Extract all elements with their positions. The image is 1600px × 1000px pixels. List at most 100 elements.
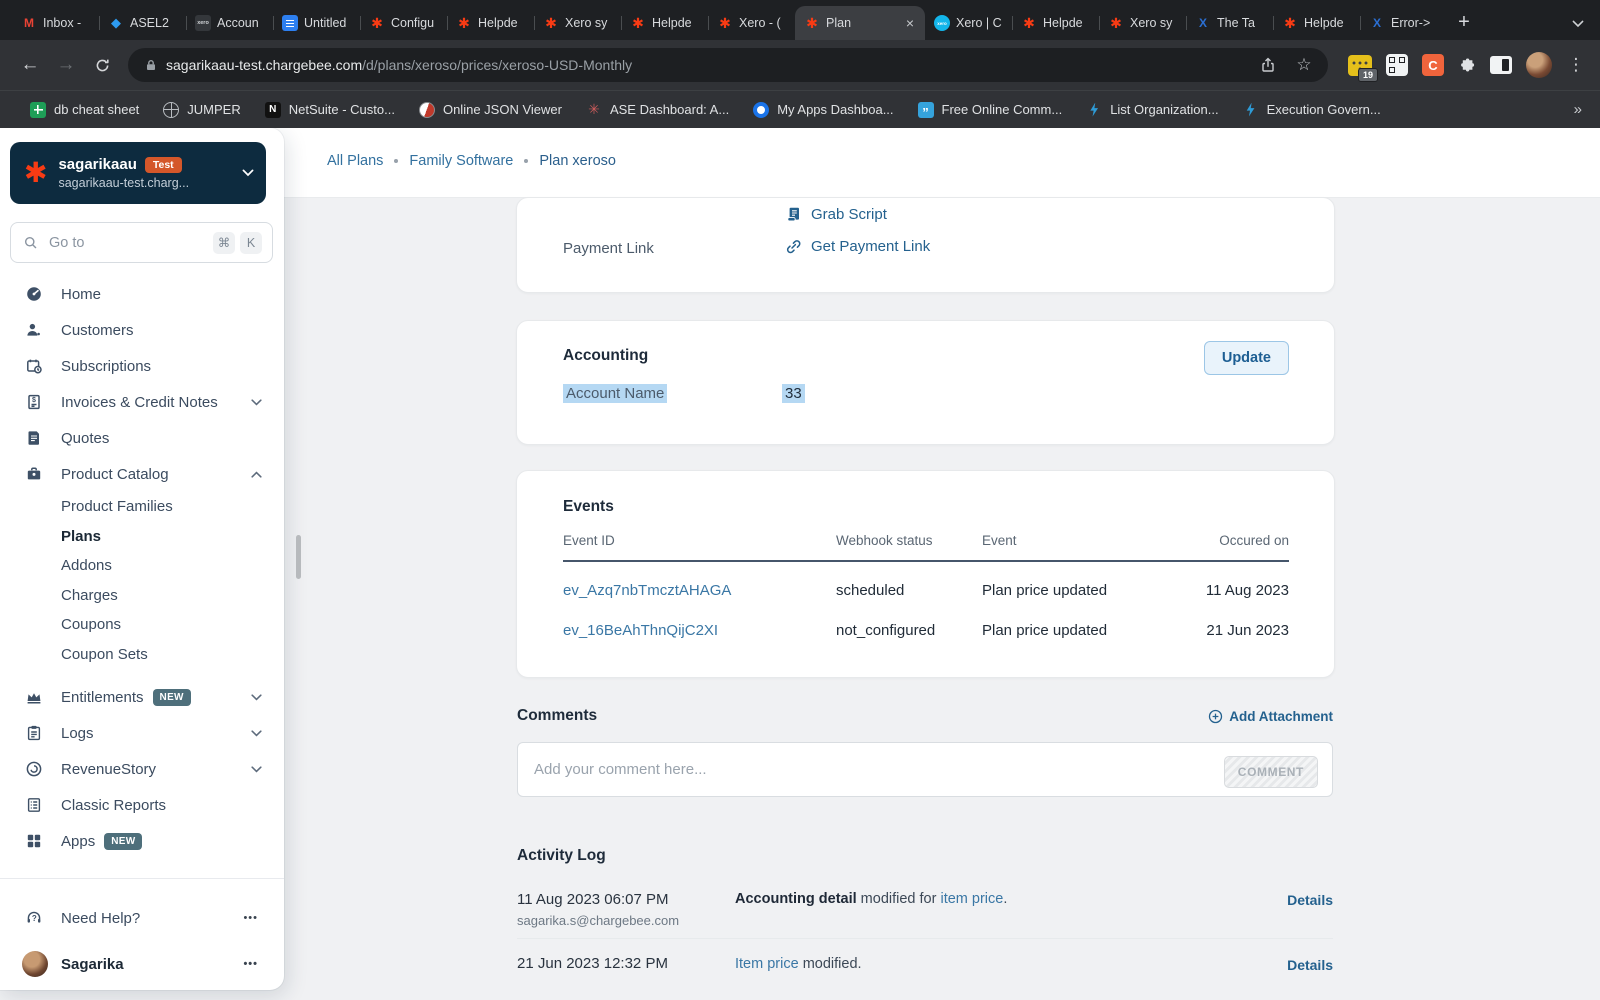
browser-menu-icon[interactable] (1566, 55, 1586, 75)
browser-tab-configu[interactable]: Configu (360, 6, 447, 40)
breadcrumb-all-plans[interactable]: All Plans (327, 153, 383, 169)
org-domain: sagarikaau-test.charg... (58, 176, 190, 190)
comments-section: Comments Add Attachment COMMENT (517, 707, 1333, 797)
bookmark-star-icon[interactable] (1290, 51, 1318, 79)
browser-tab-helpde[interactable]: Helpde (1012, 6, 1099, 40)
tab-title: Helpde (1043, 16, 1083, 30)
tab-overflow-chevron-icon[interactable] (1572, 20, 1584, 28)
sidebar-item-label: Product Families (61, 498, 173, 516)
sidebar-item-addons[interactable]: Addons (0, 551, 284, 581)
browser-tab-plan[interactable]: Plan (795, 6, 925, 40)
bookmark-list-organization[interactable]: List Organization... (1074, 97, 1230, 123)
browser-tab-xero[interactable]: Xero - ( (708, 6, 795, 40)
new-tab-button[interactable] (1449, 7, 1479, 37)
bookmark-db-cheat-sheet[interactable]: db cheat sheet (18, 97, 151, 123)
sidebar-item-product-families[interactable]: Product Families (0, 492, 284, 522)
browser-profile-avatar[interactable] (1526, 52, 1552, 78)
need-help-label: Need Help? (61, 909, 141, 927)
browser-tab-helpde[interactable]: Helpde (447, 6, 534, 40)
tab-title: Xero - ( (739, 16, 781, 30)
update-button[interactable]: Update (1203, 341, 1289, 375)
extension-chargebee-icon[interactable] (1422, 54, 1444, 76)
bookmark-label: List Organization... (1110, 102, 1219, 117)
browser-tab-xero-sy[interactable]: Xero sy (534, 6, 621, 40)
events-table-header: Event ID Webhook status Event Occured on (563, 533, 1289, 562)
browser-tab-helpde[interactable]: Helpde (621, 6, 708, 40)
breadcrumb-family-software[interactable]: Family Software (409, 153, 513, 169)
sidebar-user[interactable]: Sagarika (0, 945, 284, 983)
sidebar-item-classic-reports[interactable]: Classic Reports (0, 787, 284, 823)
go-to-search[interactable]: Go to ⌘ K (10, 222, 273, 263)
sidebar-item-invoices-credit-notes[interactable]: $ Invoices & Credit Notes (0, 384, 284, 420)
extensions-puzzle-icon[interactable] (1458, 56, 1476, 74)
details-link[interactable]: Details (1287, 892, 1333, 908)
sidebar-item-quotes[interactable]: Quotes (0, 420, 284, 456)
browser-tab-asel2[interactable]: ASEL2 (99, 6, 186, 40)
tab-title: Xero | C (956, 16, 1002, 30)
reload-button[interactable] (86, 49, 118, 81)
xero-favicon-icon (934, 15, 950, 31)
bookmark-netsuite-custo[interactable]: NetSuite - Custo... (253, 97, 407, 123)
sidebar-divider (0, 878, 284, 879)
browser-tab-untitled[interactable]: Untitled (273, 6, 360, 40)
browser-tab-xero-sy[interactable]: Xero sy (1099, 6, 1186, 40)
event-id-link[interactable]: ev_16BeAhThnQijC2XI (563, 622, 836, 639)
sidebar-item-plans[interactable]: Plans (0, 522, 284, 552)
details-link[interactable]: Details (1287, 957, 1333, 973)
comment-button[interactable]: COMMENT (1223, 756, 1318, 788)
get-payment-link[interactable]: Get Payment Link (785, 238, 930, 255)
item-price-link[interactable]: item price (940, 891, 1003, 907)
sidebar-item-label: Quotes (61, 429, 110, 447)
side-panel-icon[interactable] (1490, 56, 1512, 74)
org-chevron-down-icon (242, 169, 254, 177)
sidebar-item-coupons[interactable]: Coupons (0, 610, 284, 640)
address-bar[interactable]: sagarikaau-test.chargebee.com/d/plans/xe… (128, 48, 1328, 82)
bookmark-online-json-viewer[interactable]: Online JSON Viewer (407, 97, 574, 123)
extension-yellow-icon[interactable]: 19 (1348, 54, 1378, 82)
org-switcher[interactable]: sagarikaau Test sagarikaau-test.charg... (10, 142, 266, 204)
sidebar-item-logs[interactable]: Logs (0, 715, 284, 751)
sidebar-item-customers[interactable]: Customers (0, 312, 284, 348)
add-attachment-link[interactable]: Add Attachment (1208, 709, 1333, 724)
sidebar-item-product-catalog[interactable]: Product Catalog (0, 456, 284, 492)
browser-tab-error[interactable]: Error-> (1360, 6, 1447, 40)
item-price-link[interactable]: Item price (735, 956, 799, 972)
bookmark-ase-dashboard-a[interactable]: ASE Dashboard: A... (574, 97, 741, 123)
sidebar-item-label: Entitlements (61, 688, 144, 706)
comment-input[interactable] (518, 743, 1332, 796)
sidebar-scrollbar-thumb[interactable] (296, 535, 301, 579)
sidebar-item-entitlements[interactable]: Entitlements NEW (0, 679, 284, 715)
sidebar-item-subscriptions[interactable]: Subscriptions (0, 348, 284, 384)
browser-tab-helpde[interactable]: Helpde (1273, 6, 1360, 40)
user-avatar (22, 951, 48, 977)
bookmark-free-online-comm[interactable]: Free Online Comm... (906, 97, 1075, 123)
share-icon[interactable] (1254, 51, 1282, 79)
event-id-link[interactable]: ev_Azq7nbTmcztAHAGA (563, 582, 836, 599)
sidebar-item-apps[interactable]: Apps NEW (0, 823, 284, 859)
browser-tab-accoun[interactable]: Accoun (186, 6, 273, 40)
sidebar-item-home[interactable]: Home (0, 276, 284, 312)
users-icon (24, 321, 44, 339)
back-button[interactable] (14, 49, 46, 81)
test-badge: Test (144, 156, 182, 173)
bookmark-my-apps-dashboa[interactable]: My Apps Dashboa... (741, 97, 905, 123)
search-icon (23, 235, 39, 251)
sidebar-item-revenuestory[interactable]: RevenueStory (0, 751, 284, 787)
sidebar-item-need-help[interactable]: ? Need Help? (0, 899, 284, 937)
browser-tab-the-ta[interactable]: The Ta (1186, 6, 1273, 40)
help-more-icon[interactable] (243, 912, 258, 924)
extension-qr-icon[interactable] (1386, 54, 1408, 76)
breadcrumb-plan-xeroso[interactable]: Plan xeroso (539, 153, 616, 169)
user-more-icon[interactable] (243, 958, 258, 970)
bookmarks-overflow-icon[interactable] (1574, 101, 1582, 118)
forward-button[interactable] (50, 49, 82, 81)
sidebar-item-charges[interactable]: Charges (0, 581, 284, 611)
browser-tab-inbox[interactable]: Inbox - (12, 6, 99, 40)
new-badge: NEW (104, 832, 143, 850)
grab-script-link[interactable]: Grab Script (785, 206, 887, 223)
sidebar-item-coupon-sets[interactable]: Coupon Sets (0, 640, 284, 670)
bookmark-execution-govern[interactable]: Execution Govern... (1231, 97, 1393, 123)
tab-close-icon[interactable] (904, 15, 916, 31)
browser-tab-xero-c[interactable]: Xero | C (925, 6, 1012, 40)
bookmark-jumper[interactable]: JUMPER (151, 97, 252, 123)
